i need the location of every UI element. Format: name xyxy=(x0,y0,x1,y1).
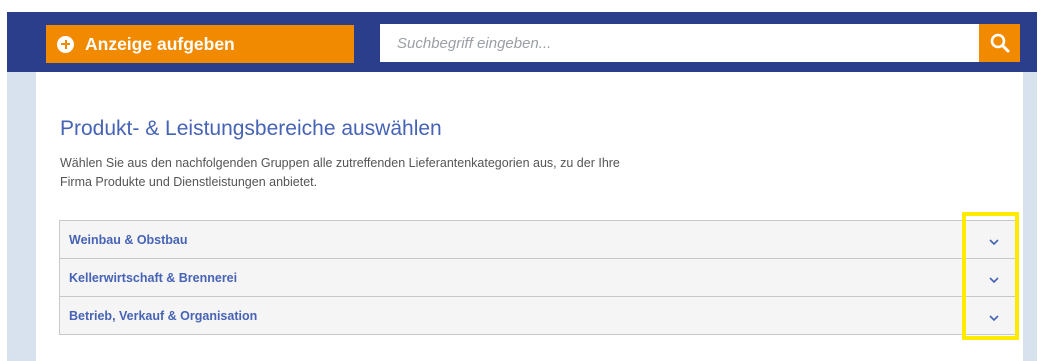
page-title: Produkt- & Leistungsbereiche auswählen xyxy=(60,117,442,140)
chevron-down-icon[interactable] xyxy=(989,239,999,246)
intro-line-2: Firma Produkte und Dienstleistungen anbi… xyxy=(60,175,318,189)
search-input[interactable] xyxy=(380,24,980,62)
intro-line-1: Wählen Sie aus den nachfolgenden Gruppen… xyxy=(60,156,620,170)
search-icon xyxy=(990,33,1009,53)
accordion-item-weinbau[interactable]: Weinbau & Obstbau xyxy=(60,221,1015,259)
accordion-item-betrieb[interactable]: Betrieb, Verkauf & Organisation xyxy=(60,297,1015,335)
search-button[interactable] xyxy=(979,24,1020,62)
category-accordion: Weinbau & Obstbau Kellerwirtschaft & Bre… xyxy=(59,220,1016,335)
accordion-item-label: Weinbau & Obstbau xyxy=(69,232,188,247)
chevron-down-icon[interactable] xyxy=(989,315,999,322)
chevron-down-icon[interactable] xyxy=(989,277,999,284)
post-ad-label: Anzeige aufgeben xyxy=(85,33,235,54)
page-intro: Wählen Sie aus den nachfolgenden Gruppen… xyxy=(60,154,700,192)
accordion-item-label: Kellerwirtschaft & Brennerei xyxy=(69,270,238,285)
accordion-item-label: Betrieb, Verkauf & Organisation xyxy=(69,308,258,323)
accordion-item-kellerwirtschaft[interactable]: Kellerwirtschaft & Brennerei xyxy=(60,259,1015,297)
plus-circle-icon xyxy=(57,35,74,53)
post-ad-button[interactable]: Anzeige aufgeben xyxy=(46,25,354,63)
